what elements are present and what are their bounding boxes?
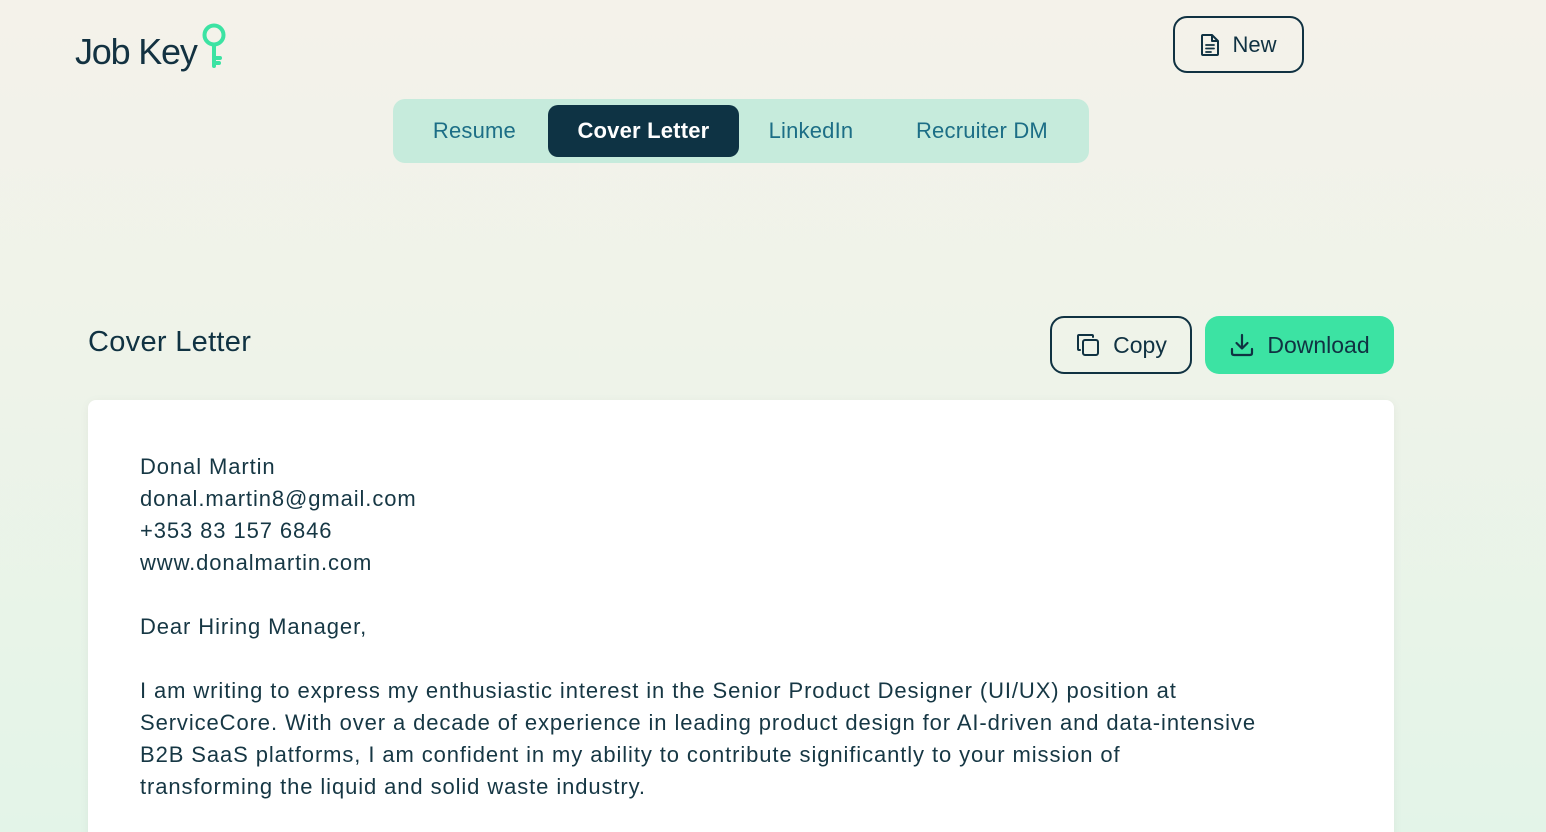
sender-website: www.donalmartin.com (140, 550, 373, 575)
paragraph-line: B2B SaaS platforms, I am confident in my… (140, 742, 1121, 767)
cover-letter-document[interactable]: Donal Martin donal.martin8@gmail.com +35… (88, 400, 1394, 832)
paragraph-line: transforming the liquid and solid waste … (140, 774, 646, 799)
logo[interactable]: Job Key (75, 22, 229, 70)
letter-paragraph: I am writing to express my enthusiastic … (140, 675, 1342, 803)
salutation: Dear Hiring Manager, (140, 614, 368, 639)
new-button[interactable]: New (1173, 16, 1304, 73)
download-button-label: Download (1267, 331, 1370, 358)
copy-button[interactable]: Copy (1050, 316, 1192, 374)
tab-cover-letter[interactable]: Cover Letter (547, 105, 740, 157)
key-icon (199, 22, 229, 70)
tab-resume[interactable]: Resume (401, 105, 548, 157)
tab-bar: Resume Cover Letter LinkedIn Recruiter D… (393, 99, 1089, 163)
download-button[interactable]: Download (1205, 316, 1394, 374)
logo-text: Job Key (75, 31, 198, 72)
download-icon (1229, 332, 1255, 358)
sender-phone: +353 83 157 6846 (140, 518, 333, 543)
paragraph-line: I am writing to express my enthusiastic … (140, 678, 1177, 703)
tab-recruiter-dm[interactable]: Recruiter DM (883, 105, 1081, 157)
sender-name: Donal Martin (140, 454, 276, 479)
paragraph-line: ServiceCore. With over a decade of exper… (140, 710, 1256, 735)
document-icon (1200, 33, 1220, 57)
sender-email: donal.martin8@gmail.com (140, 486, 417, 511)
page-title: Cover Letter (88, 326, 252, 358)
new-button-label: New (1232, 31, 1277, 57)
copy-icon (1075, 332, 1101, 358)
tab-linkedin[interactable]: LinkedIn (739, 105, 883, 157)
copy-button-label: Copy (1113, 331, 1167, 358)
